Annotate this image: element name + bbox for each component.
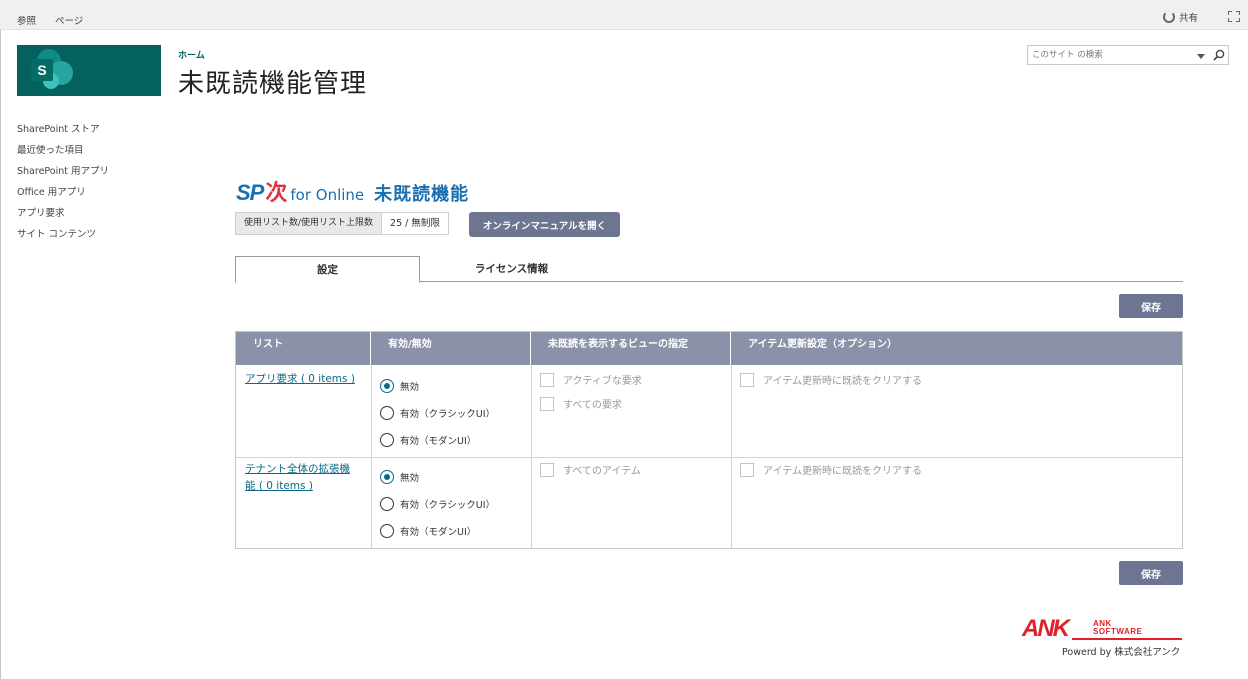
page-title: 未既読機能管理 [178,69,368,99]
save-button-top[interactable]: 保存 [1119,294,1183,318]
sharepoint-icon: S [31,49,75,93]
browse-tab[interactable]: 参照 [17,13,36,27]
clear-read-on-update[interactable]: アイテム更新時に既読をクリアする [740,462,922,477]
checkbox[interactable] [740,372,754,387]
radio-label: 有効（クラシックUI） [400,500,496,511]
product-for-online: for Online [290,186,365,204]
product-logo: SP 次 for Online 未既読機能 [236,175,469,207]
settings-table: リスト 有効/無効 未既読を表示するビューの指定 アイテム更新設定（オプション）… [235,331,1183,549]
usage-value: 25 / 無制限 [382,213,448,234]
radio-disabled[interactable]: 無効 [380,379,419,393]
nav-item-sharepoint-store[interactable]: SharePoint ストア [17,123,109,144]
open-manual-button[interactable]: オンラインマニュアルを開く [469,212,620,237]
nav-item-recent[interactable]: 最近使った項目 [17,144,109,165]
radio-modern-ui[interactable]: 有効（モダンUI） [380,433,476,447]
radio-button[interactable] [380,406,394,420]
view-all-requests[interactable]: すべての要求 [540,396,622,411]
header-list: リスト [236,332,371,365]
radio-button[interactable] [380,524,394,538]
site-logo[interactable]: S [17,45,161,96]
radio-classic-ui[interactable]: 有効（クラシックUI） [380,497,495,511]
list-link-tenant-extensions[interactable]: テナント全体の拡張機能 ( 0 items ) [245,461,350,495]
product-kanji: 次 [265,181,288,206]
header-view: 未既読を表示するビューの指定 [531,332,731,365]
quick-launch: SharePoint ストア 最近使った項目 SharePoint 用アプリ O… [17,123,109,249]
usage-counter: 使用リスト数/使用リスト上限数 25 / 無制限 [235,212,449,235]
powered-by: Powerd by 株式会社アンク [1062,647,1181,658]
tab-bar: 設定 ライセンス情報 [235,256,1183,283]
radio-button[interactable] [380,497,394,511]
search-scope-dropdown-icon[interactable] [1197,54,1205,59]
checkbox-label: アイテム更新時に既読をクリアする [763,376,922,387]
radio-button[interactable] [380,433,394,447]
checkbox[interactable] [540,396,554,411]
breadcrumb-home[interactable]: ホーム [178,48,205,61]
radio-label: 無効 [400,382,420,393]
radio-label: 無効 [400,473,420,484]
search-icon[interactable] [1213,49,1225,61]
radio-button[interactable] [380,470,394,484]
radio-modern-ui[interactable]: 有効（モダンUI） [380,524,476,538]
ank-logo-text: ANK SOFTWARE [1093,619,1143,636]
tab-license-info[interactable]: ライセンス情報 [430,256,593,282]
table-header: リスト 有効/無効 未既読を表示するビューの指定 アイテム更新設定（オプション） [236,332,1182,365]
checkbox[interactable] [540,462,554,477]
site-search[interactable] [1027,45,1229,65]
checkbox-label: すべての要求 [563,400,622,411]
left-border [0,30,1,679]
view-active-requests[interactable]: アクティブな要求 [540,372,642,387]
product-feature-name: 未既読機能 [374,184,470,205]
checkbox-label: アイテム更新時に既読をクリアする [763,466,922,477]
page-tab[interactable]: ページ [55,13,83,27]
view-all-items[interactable]: すべてのアイテム [540,462,641,477]
nav-item-app-requests[interactable]: アプリ要求 [17,207,109,228]
product-sp: SP [236,180,264,205]
share-button[interactable]: 共有 [1163,10,1198,24]
ank-software-logo: ANK ANK SOFTWARE [1022,615,1184,642]
checkbox-label: アクティブな要求 [563,376,642,387]
usage-label: 使用リスト数/使用リスト上限数 [236,213,383,234]
header-enabled: 有効/無効 [371,332,531,365]
search-input[interactable] [1032,48,1192,62]
checkbox-label: すべてのアイテム [563,466,641,477]
checkbox[interactable] [740,462,754,477]
header-update-option: アイテム更新設定（オプション） [748,339,897,350]
checkbox[interactable] [540,372,554,387]
radio-button[interactable] [380,379,394,393]
save-button-bottom[interactable]: 保存 [1119,561,1183,585]
list-link-app-requests[interactable]: アプリ要求 ( 0 items ) [245,371,355,388]
nav-item-site-contents[interactable]: サイト コンテンツ [17,228,109,249]
nav-item-sharepoint-apps[interactable]: SharePoint 用アプリ [17,165,109,186]
radio-label: 有効（モダンUI） [400,436,477,447]
suite-bar: 参照 ページ 共有 [0,0,1248,30]
share-icon [1163,11,1175,23]
tab-settings[interactable]: 設定 [235,256,420,283]
nav-item-office-apps[interactable]: Office 用アプリ [17,186,109,207]
radio-disabled[interactable]: 無効 [380,470,419,484]
focus-on-content-icon[interactable] [1228,11,1240,22]
radio-label: 有効（クラシックUI） [400,409,496,420]
share-label: 共有 [1179,13,1199,24]
radio-classic-ui[interactable]: 有効（クラシックUI） [380,406,495,420]
clear-read-on-update[interactable]: アイテム更新時に既読をクリアする [740,372,922,387]
ank-logo-mark: ANK [1022,615,1070,642]
radio-label: 有効（モダンUI） [400,527,477,538]
